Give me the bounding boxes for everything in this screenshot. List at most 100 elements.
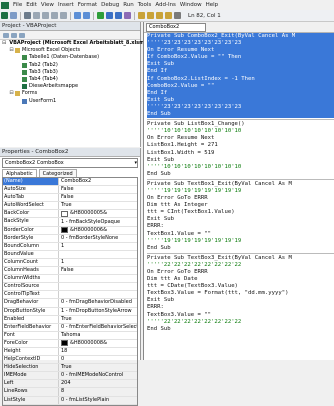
code-line[interactable]: Exit Sub xyxy=(147,96,334,104)
property-row[interactable]: IMEMode 0 - fmIMEModeNoControl xyxy=(3,372,137,381)
code-line[interactable]: Private Sub TextBox3_Exit(ByVal Cancel A… xyxy=(147,255,334,262)
property-value[interactable]: ComboBox2 xyxy=(59,178,137,185)
property-row[interactable]: BackStyle 1 - fmBackStyleOpaque xyxy=(3,218,137,227)
property-row[interactable]: ForeColor &H80000008& xyxy=(3,339,137,348)
property-row[interactable]: AutoWordSelect True xyxy=(3,202,137,211)
code-line[interactable]: Exit Sub xyxy=(147,61,334,69)
expand-toggle-icon[interactable]: ⊟ xyxy=(2,40,6,47)
find-icon[interactable] xyxy=(60,12,67,19)
code-line[interactable]: End If xyxy=(147,89,334,97)
code-line[interactable]: '''''23'23'23'23'23'23'23'23 xyxy=(147,40,334,48)
tree-item[interactable]: Tab4 (Tab4) xyxy=(0,76,140,83)
paste-icon[interactable] xyxy=(51,12,58,19)
code-line[interactable]: End Sub xyxy=(147,111,334,119)
property-value[interactable]: True xyxy=(59,316,137,323)
menu-item-insert[interactable]: Insert xyxy=(56,2,76,8)
property-row[interactable]: ControlTipText xyxy=(3,291,137,300)
tree-item[interactable]: Tab2 (Tab2) xyxy=(0,62,140,69)
menu-item-addins[interactable]: Add-Ins xyxy=(153,2,178,8)
menu-item-debug[interactable]: Debug xyxy=(99,2,121,8)
code-line[interactable]: ERRR: xyxy=(147,304,334,311)
property-row[interactable]: Enabled True xyxy=(3,315,137,324)
property-value[interactable]: 0 - fmEnterFieldBehaviorSelectAll xyxy=(59,324,137,331)
view-excel-icon[interactable] xyxy=(1,12,8,19)
property-row[interactable]: ListStyle 0 - fmListStylePlain xyxy=(3,396,137,405)
property-row[interactable]: EnterFieldBehavior 0 - fmEnterFieldBehavi… xyxy=(3,323,137,332)
property-value[interactable]: False xyxy=(59,194,137,201)
property-value[interactable]: &H80000008& xyxy=(59,340,137,347)
property-value[interactable]: False xyxy=(59,267,137,274)
property-value[interactable]: Tahoma xyxy=(59,332,137,339)
code-line[interactable]: '''''10'10'10'10'10'10'10'10 xyxy=(147,128,334,135)
property-value[interactable]: False xyxy=(59,186,137,193)
toggle-folders-icon[interactable] xyxy=(19,32,25,38)
code-line[interactable]: End Sub xyxy=(147,171,334,178)
property-value[interactable]: 1 - fmDropButtonStyleArrow xyxy=(59,308,137,315)
code-line[interactable]: ERRR: xyxy=(147,223,334,230)
property-row[interactable]: AutoSize False xyxy=(3,186,137,195)
tree-item[interactable]: ⊟ VBAProject (Microsoft Excel Arbeitsblat… xyxy=(0,40,147,47)
menu-item-help[interactable]: Help xyxy=(204,2,221,8)
code-line[interactable]: ttt = CInt(TextBox1.Value) xyxy=(147,209,334,216)
property-row[interactable]: ColumnHeads False xyxy=(3,267,137,276)
cut-icon[interactable] xyxy=(33,12,40,19)
property-value[interactable] xyxy=(59,283,137,290)
property-row[interactable]: ControlSource xyxy=(3,283,137,292)
code-line[interactable]: If ComboBox2.Value = "" Then xyxy=(147,54,334,62)
code-line[interactable]: On Error GoTo ERRR xyxy=(147,269,334,276)
property-row[interactable]: BoundValue xyxy=(3,250,137,259)
property-value[interactable] xyxy=(59,275,137,282)
object-combo[interactable]: ComboBox2 xyxy=(146,22,206,32)
property-row[interactable]: ColumnCount 1 xyxy=(3,258,137,268)
copy-icon[interactable] xyxy=(42,12,49,19)
property-value[interactable]: 0 - fmIMEModeNoControl xyxy=(59,372,137,379)
property-row[interactable]: BorderColor &H80000006& xyxy=(3,226,137,235)
code-line[interactable]: TextBox3.Value = "" xyxy=(147,312,334,319)
property-value[interactable]: True xyxy=(59,202,137,209)
project-explorer-icon[interactable] xyxy=(138,12,145,19)
code-line[interactable]: ListBox1.Width = 519 xyxy=(147,150,334,157)
property-value[interactable]: 0 - fmDragBehaviorDisabled xyxy=(59,299,137,306)
menu-item-window[interactable]: Window xyxy=(178,2,204,8)
save-icon[interactable] xyxy=(24,12,31,19)
property-row[interactable]: ColumnWidths xyxy=(3,275,137,284)
code-line[interactable]: ttt = CDate(TextBox3.Value) xyxy=(147,283,334,290)
property-value[interactable]: 1 xyxy=(59,243,137,250)
view-object-icon[interactable] xyxy=(11,32,17,38)
code-line[interactable]: On Error Resume Next xyxy=(147,135,334,142)
menu-item-tools[interactable]: Tools xyxy=(136,2,154,8)
code-line[interactable]: If ComboBox2.ListIndex = -1 Then xyxy=(147,75,334,83)
code-line[interactable]: End If xyxy=(147,68,334,76)
property-value[interactable]: 0 - fmBorderStyleNone xyxy=(59,235,137,242)
property-row[interactable]: Height 18 xyxy=(3,347,137,357)
code-line[interactable]: Exit Sub xyxy=(147,297,334,304)
property-row[interactable]: Font Tahoma xyxy=(3,331,137,340)
run-icon[interactable] xyxy=(97,12,104,19)
code-line[interactable]: TextBox1.Value = "" xyxy=(147,231,334,238)
menu-item-edit[interactable]: Edit xyxy=(24,2,39,8)
tree-item[interactable]: DieseArbeitsmappe xyxy=(0,83,140,90)
property-value[interactable]: 1 - fmBackStyleOpaque xyxy=(59,218,137,225)
code-line[interactable]: TextBox3.Value = Format(ttt, "dd.mm.yyyy… xyxy=(147,290,334,297)
code-line[interactable]: Private Sub ListBox1_Change() xyxy=(147,121,334,128)
code-line[interactable]: '''''22'22'22'22'22'22'22'22 xyxy=(147,319,334,326)
code-line[interactable]: Dim ttt As Date xyxy=(147,276,334,283)
property-value[interactable] xyxy=(59,291,137,298)
property-row[interactable]: DragBehavior 0 - fmDragBehaviorDisabled xyxy=(3,299,137,308)
property-value[interactable]: 0 - fmListStylePlain xyxy=(59,397,137,404)
tree-item[interactable]: Tab3 (Tab3) xyxy=(0,69,140,76)
property-value[interactable]: 18 xyxy=(59,348,137,355)
property-row[interactable]: HelpContextID 0 xyxy=(3,356,137,365)
property-value[interactable]: True xyxy=(59,364,137,371)
properties-window-icon[interactable] xyxy=(147,12,154,19)
tree-item[interactable]: UserForm1 xyxy=(0,98,140,105)
property-value[interactable]: 204 xyxy=(59,380,137,387)
redo-icon[interactable] xyxy=(83,12,90,19)
view-code-icon[interactable] xyxy=(3,32,9,38)
property-row[interactable]: HideSelection True xyxy=(3,364,137,373)
code-line[interactable]: On Error GoTo ERRR xyxy=(147,195,334,202)
menu-item-format[interactable]: Format xyxy=(76,2,99,8)
property-value[interactable]: 1 xyxy=(59,259,137,266)
toolbox-icon[interactable] xyxy=(165,12,172,19)
code-line[interactable]: End Sub xyxy=(147,245,334,252)
